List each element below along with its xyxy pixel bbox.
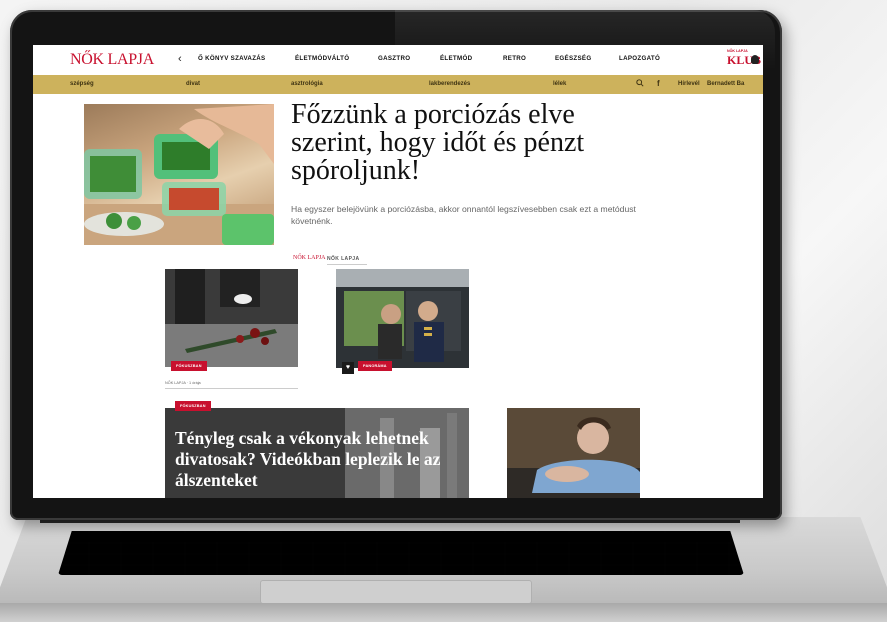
category-lelek[interactable]: lélek [553,81,566,87]
category-asztrologia[interactable]: asztrológia [291,81,323,87]
nav-item-retro[interactable]: RETRO [503,55,526,62]
side-article-image[interactable] [507,408,640,498]
top-nav: NŐK LAPJA ‹ Ő KÖNYV SZAVAZÁS ÉLETMÓDVÁLT… [33,45,763,76]
laptop-scene: NŐK LAPJA ‹ Ő KÖNYV SZAVAZÁS ÉLETMÓDVÁLT… [0,0,887,622]
featured-category-tag[interactable]: FÓKUSZBAN [175,401,211,411]
nav-item-eletmod[interactable]: ÉLETMÓD [440,55,472,62]
section-underline [327,264,367,265]
keyboard [58,531,744,575]
nav-prev-arrow-icon[interactable]: ‹ [178,53,182,65]
hero-lead: Ha egyszer belejövünk a porciózásba, akk… [291,204,636,226]
card1-meta: NŐK LAPJA · 1 órája [165,381,201,385]
facebook-icon[interactable]: f [657,79,660,88]
site-logo[interactable]: NŐK LAPJA [70,51,154,69]
nav-item-eletmodvalto[interactable]: ÉLETMÓDVÁLTÓ [295,55,349,62]
category-lakberendezes[interactable]: lakberendezés [429,81,470,87]
category-szepseg[interactable]: szépség [70,81,94,87]
card-image-roses[interactable] [165,269,298,367]
nav-item-gasztro[interactable]: GASZTRO [378,55,410,62]
card1-category-tag[interactable]: FÓKUSZBAN [171,361,207,371]
featured-headline[interactable]: Tényleg csak a vékonyak lehetnek divatos… [175,428,465,491]
newsletter-link[interactable]: Hírlevél [678,81,700,87]
pin-icon[interactable]: ♥ [342,362,354,374]
nav-item-lapozgato[interactable]: LAPOZGATÓ [619,55,660,62]
user-name-link[interactable]: Bernadett Ba [707,81,744,87]
hero-headline[interactable]: Főzzünk a porciózás elve szerint, hogy i… [291,101,651,185]
laptop-front-edge [0,603,887,622]
category-divat[interactable]: divat [186,81,200,87]
search-icon[interactable] [636,79,644,89]
trackpad [260,580,532,604]
card1-divider [165,388,298,389]
laptop-base [0,517,887,622]
section-brand-logo[interactable]: NŐK LAPJA [293,255,326,261]
category-bar: szépség divat asztrológia lakberendezés … [33,75,763,94]
klub-logo[interactable]: NŐK LAPJA KLUB [727,49,761,69]
nav-item-egeszseg[interactable]: EGÉSZSÉG [555,55,591,62]
card2-category-tag[interactable]: PANORÁMA [358,361,392,371]
card-image-carriage[interactable] [336,269,469,368]
dog-icon [751,55,759,64]
nav-item-konyv-szavazas[interactable]: Ő KÖNYV SZAVAZÁS [198,55,265,62]
laptop-screen: NŐK LAPJA ‹ Ő KÖNYV SZAVAZÁS ÉLETMÓDVÁLT… [33,45,763,498]
section-brand-label[interactable]: NŐK LAPJA [327,256,360,262]
hero-image[interactable] [84,104,274,245]
